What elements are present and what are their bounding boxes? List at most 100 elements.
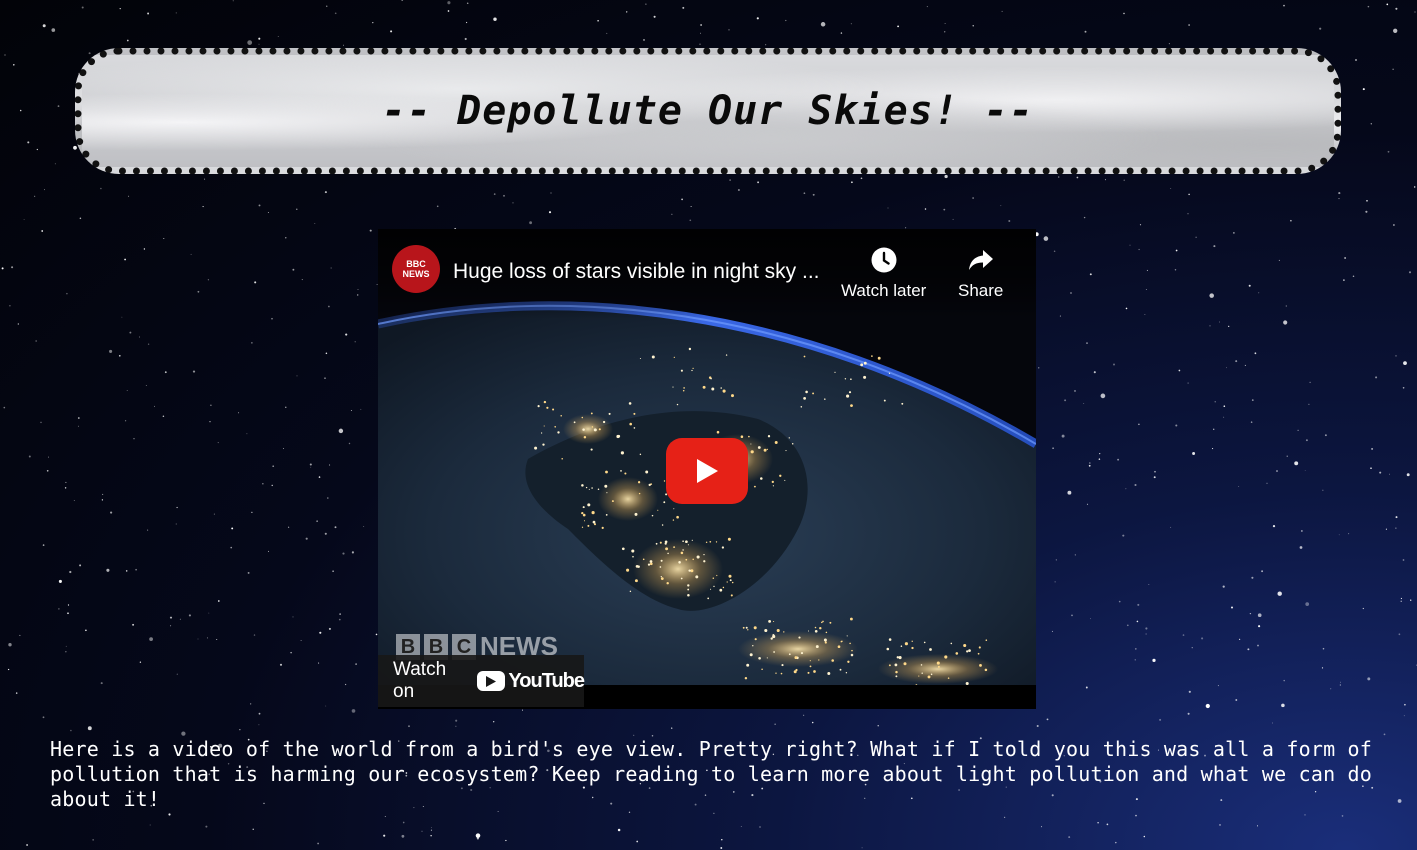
star: [943, 208, 946, 211]
play-button[interactable]: [666, 438, 748, 504]
city-light: [590, 412, 593, 415]
star: [877, 725, 879, 727]
star: [1408, 271, 1412, 274]
city-light: [637, 481, 641, 484]
star: [51, 28, 56, 32]
city-light: [825, 631, 828, 634]
city-light: [750, 450, 754, 454]
star: [924, 208, 927, 210]
star: [1395, 527, 1397, 529]
city-light: [604, 484, 608, 488]
city-light: [978, 646, 981, 649]
star: [102, 493, 104, 495]
youtube-video-embed[interactable]: BBC NEWS Huge loss of stars visible in n…: [378, 229, 1036, 709]
star: [1046, 718, 1049, 721]
city-light: [687, 544, 689, 546]
star: [1299, 546, 1303, 549]
city-light: [844, 378, 847, 380]
star: [192, 370, 196, 373]
star: [206, 637, 208, 639]
star: [1, 267, 4, 270]
star: [162, 415, 165, 417]
star: [1276, 470, 1278, 472]
star: [1070, 292, 1072, 294]
city-light: [590, 448, 593, 451]
star: [149, 637, 153, 641]
city-light: [537, 405, 540, 408]
star: [128, 195, 130, 197]
city-light: [920, 664, 923, 666]
star: [1099, 452, 1101, 455]
city-light: [534, 446, 538, 450]
star: [1223, 416, 1225, 418]
star: [521, 709, 524, 711]
star: [77, 417, 80, 419]
share-label: Share: [958, 281, 1004, 300]
star: [430, 829, 432, 831]
star: [1251, 576, 1254, 579]
star: [81, 6, 84, 9]
city-light: [900, 645, 903, 647]
share-button[interactable]: Share: [958, 247, 1003, 301]
video-title-link[interactable]: Huge loss of stars visible in night sky …: [453, 260, 833, 284]
star: [147, 12, 150, 15]
city-light: [645, 470, 649, 474]
star: [1076, 176, 1079, 179]
city-light: [682, 390, 685, 392]
star: [252, 828, 254, 830]
city-light: [692, 558, 694, 561]
star: [28, 455, 31, 458]
star: [250, 703, 252, 705]
star: [1283, 679, 1285, 682]
watch-on-youtube-link[interactable]: Watch on YouTube: [378, 655, 585, 707]
star: [73, 145, 77, 150]
channel-name-line2: NEWS: [402, 269, 430, 279]
star: [1235, 360, 1238, 363]
city-light: [809, 665, 812, 668]
watch-later-button[interactable]: Watch later: [841, 247, 926, 301]
star: [328, 305, 330, 308]
star: [1001, 10, 1003, 12]
star: [1387, 150, 1390, 153]
intro-paragraph: Here is a video of the world from a bird…: [50, 737, 1373, 811]
star: [119, 8, 121, 10]
city-light: [626, 568, 630, 572]
city-light: [888, 638, 892, 641]
star: [700, 24, 702, 26]
city-light: [923, 641, 926, 644]
star: [129, 331, 132, 334]
star: [447, 10, 450, 12]
star: [1338, 192, 1341, 195]
star: [339, 613, 341, 615]
city-light: [710, 377, 712, 380]
star: [319, 631, 322, 634]
star: [35, 340, 37, 342]
city-light: [672, 519, 675, 521]
star: [310, 466, 312, 468]
star: [169, 616, 173, 619]
city-light: [895, 670, 898, 674]
city-light: [746, 663, 750, 667]
city-light: [886, 647, 890, 651]
city-light: [631, 549, 635, 553]
city-light: [823, 638, 827, 642]
star: [1304, 814, 1306, 816]
star: [475, 833, 481, 838]
star: [279, 663, 283, 666]
star: [1370, 467, 1372, 470]
city-light: [758, 657, 761, 660]
star: [1400, 600, 1402, 602]
city-light: [753, 626, 757, 630]
star: [1100, 393, 1106, 399]
city-light: [680, 577, 683, 580]
city-light: [687, 593, 690, 597]
city-light: [655, 542, 658, 545]
star: [329, 464, 331, 466]
star: [296, 208, 298, 210]
city-light: [788, 653, 791, 656]
star: [344, 683, 347, 686]
city-light: [930, 673, 933, 676]
channel-avatar[interactable]: BBC NEWS: [392, 245, 440, 293]
city-light: [540, 432, 543, 434]
city-light: [634, 512, 638, 516]
